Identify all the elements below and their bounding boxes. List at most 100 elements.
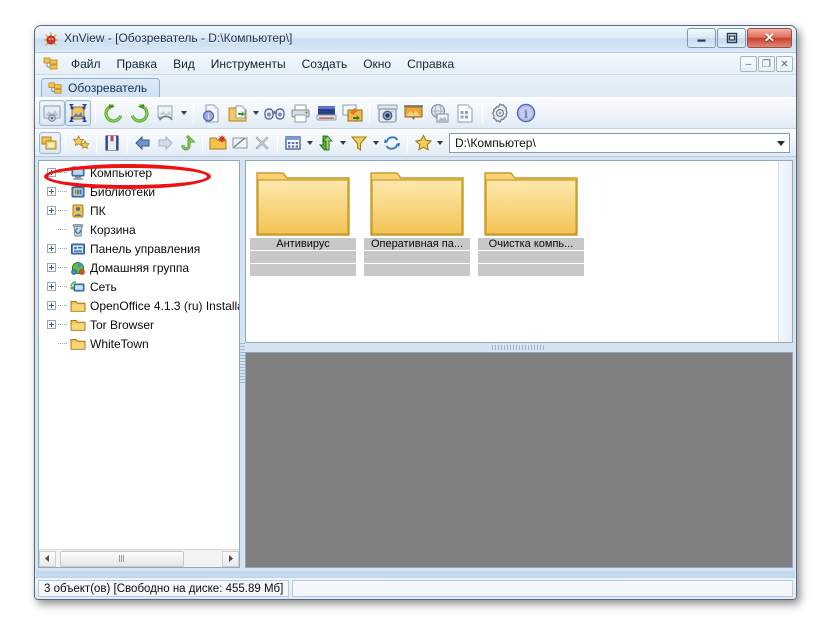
list-item[interactable]: Очистка компь...: [478, 165, 584, 277]
expand-icon[interactable]: [47, 301, 56, 310]
tree-item-recycle-bin[interactable]: Корзина: [39, 220, 239, 239]
batch-convert-dropdown-icon[interactable]: [250, 101, 261, 125]
rotate-right-icon[interactable]: [126, 100, 152, 126]
search-icon[interactable]: [261, 100, 287, 126]
toolbar-separator: [277, 133, 278, 153]
recycle-bin-icon: [70, 222, 86, 238]
filter-dropdown-icon[interactable]: [370, 131, 381, 155]
scroll-right-button[interactable]: [222, 550, 239, 567]
expand-icon[interactable]: [47, 187, 56, 196]
folder-icon: [250, 165, 356, 238]
menu-item-help[interactable]: Справка: [399, 53, 462, 75]
menu-item-tools[interactable]: Инструменты: [203, 53, 294, 75]
menu-items: Файл Правка Вид Инструменты Создать Окно…: [63, 53, 462, 75]
delete-icon[interactable]: [251, 132, 273, 154]
fullscreen-icon[interactable]: [65, 100, 91, 126]
up-folder-icon[interactable]: [176, 132, 198, 154]
scrollbar-thumb[interactable]: [60, 550, 184, 567]
tree-item-control-panel[interactable]: Панель управления: [39, 239, 239, 258]
tree-item-label: Tor Browser: [90, 317, 155, 332]
menu-item-view[interactable]: Вид: [165, 53, 203, 75]
rotate-left-icon[interactable]: [100, 100, 126, 126]
address-dropdown-icon[interactable]: [777, 141, 785, 146]
info-icon[interactable]: i: [198, 100, 224, 126]
menu-item-window[interactable]: Окно: [355, 53, 399, 75]
horizontal-splitter[interactable]: [245, 343, 793, 352]
convert-dropdown-icon[interactable]: [178, 101, 189, 125]
mdi-restore-button[interactable]: ❐: [758, 56, 775, 72]
toolbar-separator: [96, 133, 97, 153]
menu-item-create[interactable]: Создать: [294, 53, 356, 75]
tree-item-label: ПК: [90, 203, 106, 218]
expand-icon[interactable]: [47, 263, 56, 272]
scroll-left-button[interactable]: [39, 550, 56, 567]
tree-item-openoffice[interactable]: OpenOffice 4.1.3 (ru) Installa: [39, 296, 239, 315]
scanner-icon[interactable]: [313, 100, 339, 126]
libraries-icon: [70, 184, 86, 200]
catalog-book-icon[interactable]: [101, 132, 123, 154]
back-arrow-icon[interactable]: [132, 132, 154, 154]
sort-dropdown-icon[interactable]: [337, 131, 348, 155]
tree-item-label: Компьютер: [90, 165, 153, 180]
splitter-grip-icon: [492, 345, 546, 350]
contact-sheet-icon[interactable]: [452, 100, 478, 126]
rename-icon[interactable]: [229, 132, 251, 154]
slideshow-icon[interactable]: [400, 100, 426, 126]
expand-icon[interactable]: [47, 282, 56, 291]
convert-icon[interactable]: [152, 100, 178, 126]
expand-icon[interactable]: [47, 244, 56, 253]
mdi-close-button[interactable]: ✕: [776, 56, 793, 72]
folder-icon: [478, 165, 584, 238]
tree-item-homegroup[interactable]: Домашняя группа: [39, 258, 239, 277]
expand-icon[interactable]: [47, 206, 56, 215]
tree-item-network[interactable]: Сеть: [39, 277, 239, 296]
web-page-icon[interactable]: [426, 100, 452, 126]
folder-tree-pane[interactable]: Компьютер Библиотеки ПК Корзина Панель у…: [38, 160, 240, 568]
capture-icon[interactable]: [374, 100, 400, 126]
sort-icon[interactable]: [315, 132, 337, 154]
tab-browser[interactable]: Обозреватель: [41, 78, 161, 97]
tree-item-whitetown[interactable]: WhiteTown: [39, 334, 239, 353]
browser-view-icon[interactable]: [39, 132, 61, 154]
about-info-icon[interactable]: i: [513, 100, 539, 126]
settings-gear-icon[interactable]: [487, 100, 513, 126]
folder-icon: [70, 298, 86, 314]
add-favorite-dropdown-icon[interactable]: [434, 131, 445, 155]
menu-item-file[interactable]: Файл: [63, 53, 109, 75]
tree-line: [58, 172, 67, 173]
export-icon[interactable]: [339, 100, 365, 126]
forward-arrow-icon[interactable]: [154, 132, 176, 154]
address-bar[interactable]: D:\Компьютер\: [449, 133, 790, 153]
toolbar-separator: [369, 103, 370, 123]
view-mode-icon[interactable]: [282, 132, 304, 154]
add-favorite-icon[interactable]: [412, 132, 434, 154]
batch-convert-icon[interactable]: [224, 100, 250, 126]
tree-item-computer[interactable]: Компьютер: [39, 163, 239, 182]
browser-right-column: Антивирус Оперативная па... Очистка комп…: [245, 160, 793, 568]
mdi-minimize-button[interactable]: –: [740, 56, 757, 72]
minimize-button[interactable]: [687, 28, 716, 48]
new-folder-icon[interactable]: [207, 132, 229, 154]
tree-item-pk[interactable]: ПК: [39, 201, 239, 220]
maximize-button[interactable]: [717, 28, 746, 48]
expand-icon[interactable]: [47, 168, 56, 177]
favorites-star-icon[interactable]: [70, 132, 92, 154]
list-item[interactable]: Оперативная па...: [364, 165, 470, 277]
filter-icon[interactable]: [348, 132, 370, 154]
scrollbar-track[interactable]: [56, 550, 222, 567]
thumbnail-vertical-scrollbar[interactable]: [778, 161, 792, 342]
preview-pane[interactable]: [245, 352, 793, 568]
thumbnail-pane[interactable]: Антивирус Оперативная па... Очистка комп…: [245, 160, 793, 343]
tree-item-label: Библиотеки: [90, 184, 156, 199]
view-mode-dropdown-icon[interactable]: [304, 131, 315, 155]
tree-horizontal-scrollbar[interactable]: [39, 549, 239, 567]
refresh-icon[interactable]: [381, 132, 403, 154]
tree-item-libraries[interactable]: Библиотеки: [39, 182, 239, 201]
tree-item-tor-browser[interactable]: Tor Browser: [39, 315, 239, 334]
list-item[interactable]: Антивирус: [250, 165, 356, 277]
menu-item-edit[interactable]: Правка: [109, 53, 166, 75]
print-icon[interactable]: [287, 100, 313, 126]
close-button[interactable]: ✕: [747, 28, 792, 48]
expand-icon[interactable]: [47, 320, 56, 329]
open-image-icon[interactable]: [39, 100, 65, 126]
